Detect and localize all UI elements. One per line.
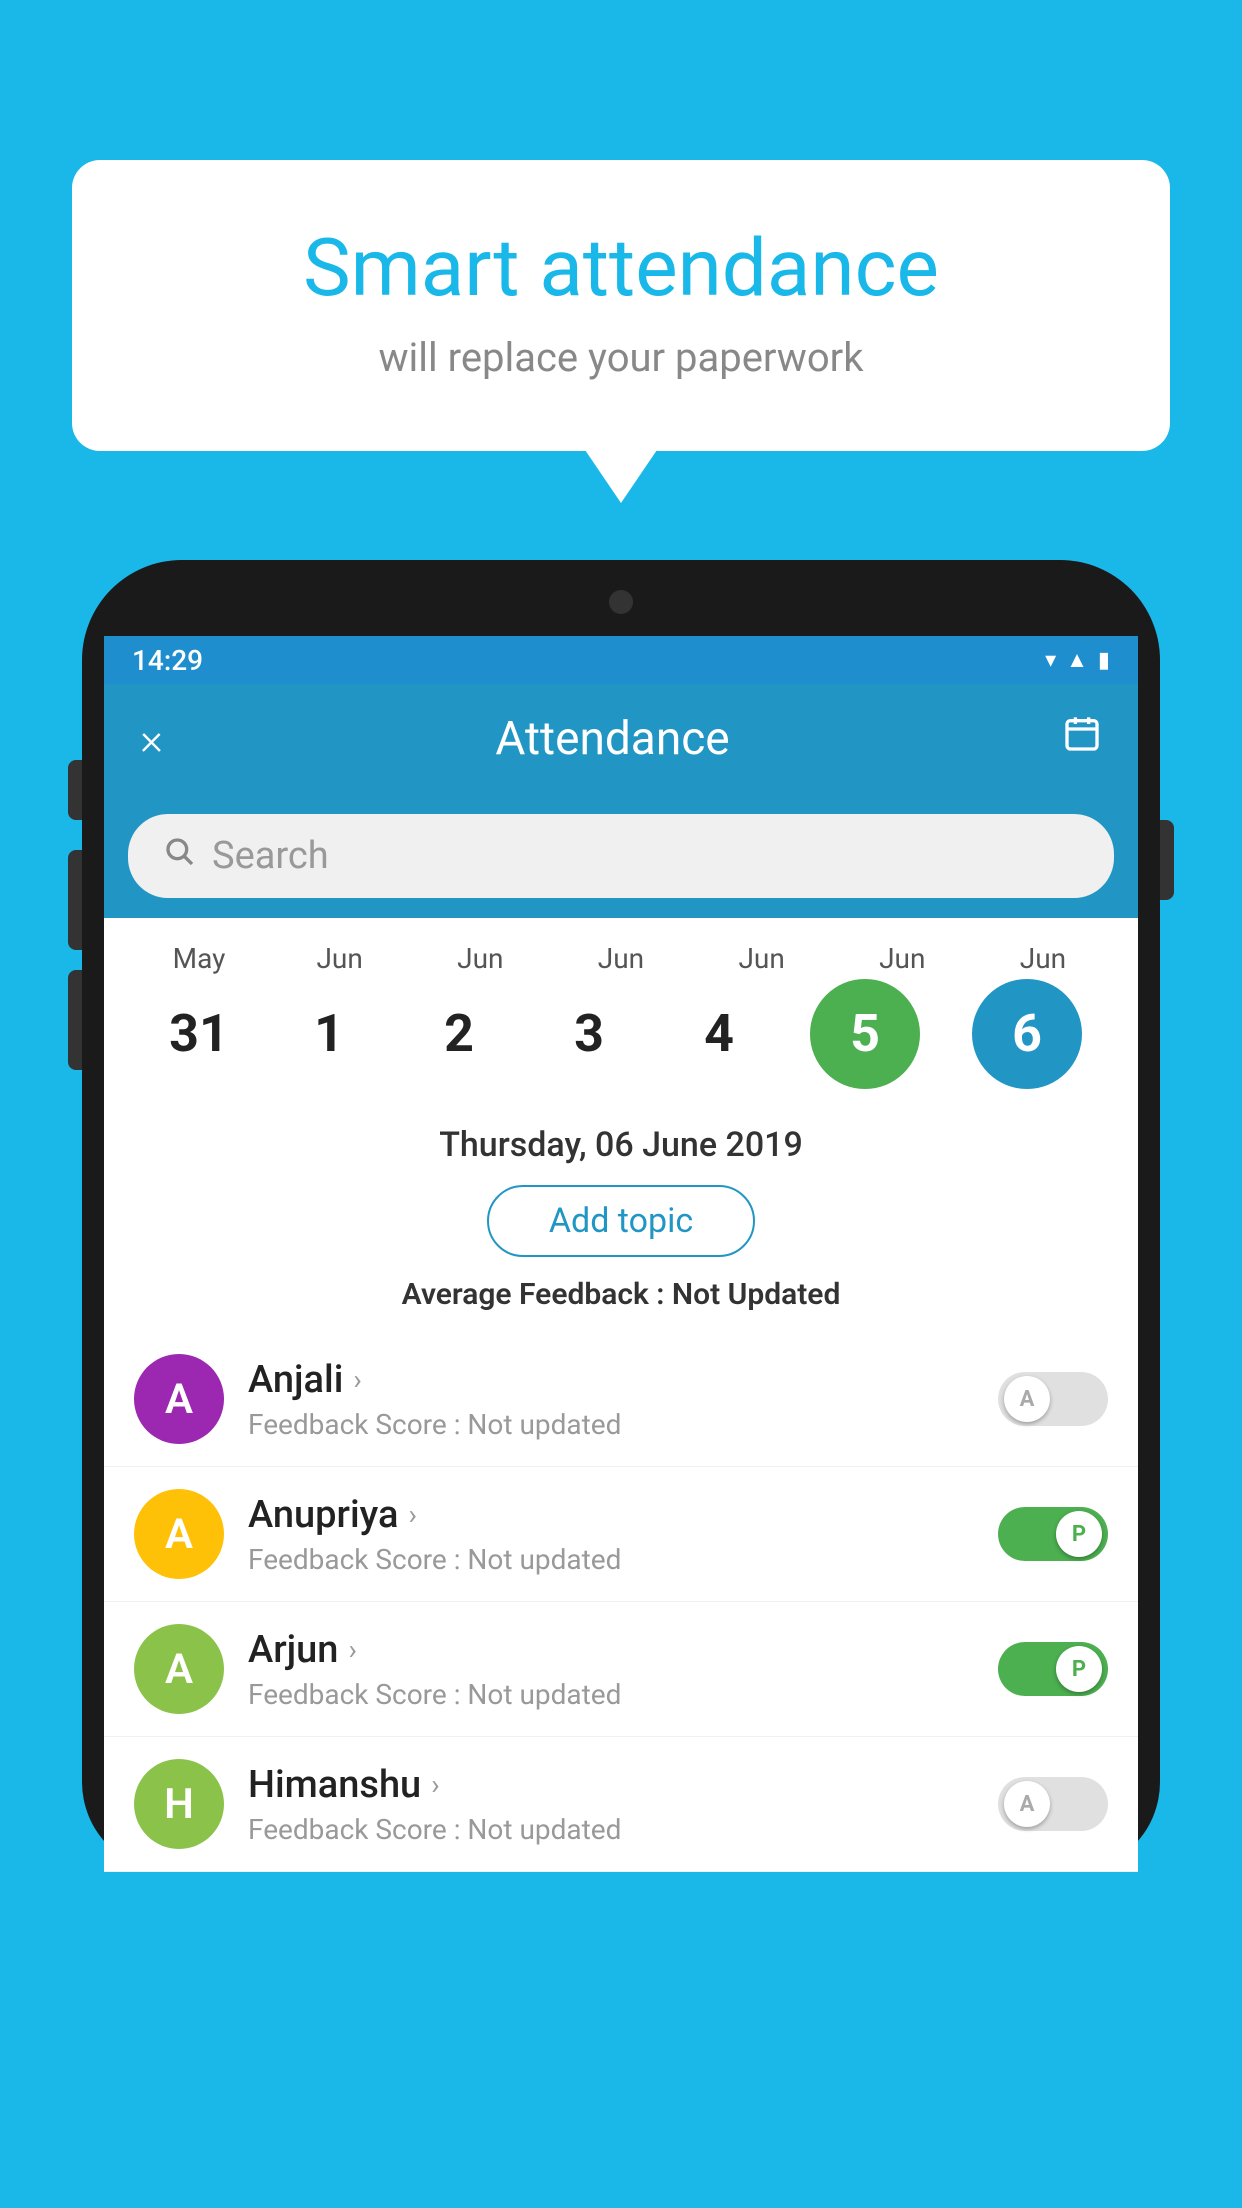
student-avatar: A — [134, 1489, 224, 1579]
cal-month-4: Jun — [697, 942, 827, 975]
date-info: Thursday, 06 June 2019 Add topic Average… — [104, 1097, 1138, 1332]
cal-day-1[interactable]: 1 — [264, 1000, 394, 1068]
student-feedback: Feedback Score : Not updated — [248, 1678, 998, 1711]
search-input-placeholder: Search — [212, 834, 329, 878]
cal-month-1: Jun — [275, 942, 405, 975]
close-button[interactable]: × — [140, 713, 163, 765]
toggle-switch[interactable]: P — [998, 1642, 1108, 1696]
cal-day-2[interactable]: 2 — [394, 1000, 524, 1068]
feedback-value: Not updated — [467, 1408, 621, 1441]
app-header: × Attendance — [104, 684, 1138, 794]
avg-feedback-value: Not Updated — [672, 1277, 840, 1312]
toggle-switch[interactable]: A — [998, 1372, 1108, 1426]
signal-icon: ▲ — [1066, 647, 1088, 673]
search-icon — [164, 835, 196, 877]
chevron-icon: › — [353, 1363, 361, 1396]
avg-feedback: Average Feedback : Not Updated — [124, 1277, 1118, 1312]
status-icons: ▾ ▲ ▮ — [1045, 647, 1110, 673]
student-avatar: H — [134, 1759, 224, 1849]
student-info: Himanshu › Feedback Score : Not updated — [248, 1763, 998, 1846]
calendar-months: May Jun Jun Jun Jun Jun Jun — [124, 942, 1118, 975]
student-name: Anjali — [248, 1358, 343, 1402]
cal-day-31[interactable]: 31 — [134, 1000, 264, 1068]
student-name-row[interactable]: Anupriya › — [248, 1493, 998, 1537]
toggle-knob: A — [1004, 1781, 1050, 1827]
add-topic-button[interactable]: Add topic — [487, 1185, 755, 1257]
calendar-icon[interactable] — [1062, 714, 1102, 764]
feedback-value: Not updated — [467, 1678, 621, 1711]
volume-down-button — [68, 970, 82, 1070]
cal-month-5: Jun — [837, 942, 967, 975]
attendance-toggle[interactable]: P — [998, 1642, 1108, 1696]
student-name-row[interactable]: Arjun › — [248, 1628, 998, 1672]
student-avatar: A — [134, 1624, 224, 1714]
speech-bubble-title: Smart attendance — [152, 220, 1090, 316]
chevron-icon: › — [408, 1498, 416, 1531]
student-feedback: Feedback Score : Not updated — [248, 1408, 998, 1441]
phone-screen: 14:29 ▾ ▲ ▮ × Attendance — [104, 636, 1138, 1872]
avg-feedback-label: Average Feedback : — [402, 1277, 665, 1312]
cal-day-5-today[interactable]: 5 — [810, 979, 920, 1089]
phone-notch-area — [104, 582, 1138, 636]
status-time: 14:29 — [132, 644, 203, 677]
header-title: Attendance — [495, 712, 729, 766]
date-label: Thursday, 06 June 2019 — [124, 1125, 1118, 1165]
cal-month-0: May — [134, 942, 264, 975]
phone-outer: 14:29 ▾ ▲ ▮ × Attendance — [82, 560, 1160, 1872]
speech-bubble: Smart attendance will replace your paper… — [72, 160, 1170, 451]
cal-month-3: Jun — [556, 942, 686, 975]
silent-button — [68, 760, 82, 820]
attendance-toggle[interactable]: P — [998, 1507, 1108, 1561]
student-feedback: Feedback Score : Not updated — [248, 1813, 998, 1846]
power-button — [1160, 820, 1174, 900]
status-bar: 14:29 ▾ ▲ ▮ — [104, 636, 1138, 684]
toggle-switch[interactable]: P — [998, 1507, 1108, 1561]
search-container: Search — [104, 794, 1138, 918]
student-item: H Himanshu › Feedback Score : Not update… — [104, 1737, 1138, 1872]
student-item: A Anupriya › Feedback Score : Not update… — [104, 1467, 1138, 1602]
student-name: Himanshu — [248, 1763, 421, 1807]
cal-day-4[interactable]: 4 — [654, 1000, 784, 1068]
toggle-switch[interactable]: A — [998, 1777, 1108, 1831]
chevron-icon: › — [348, 1633, 356, 1666]
student-item: A Anjali › Feedback Score : Not updated … — [104, 1332, 1138, 1467]
student-name: Arjun — [248, 1628, 338, 1672]
toggle-knob: A — [1004, 1376, 1050, 1422]
student-avatar: A — [134, 1354, 224, 1444]
cal-month-2: Jun — [415, 942, 545, 975]
search-bar[interactable]: Search — [128, 814, 1114, 898]
student-info: Anupriya › Feedback Score : Not updated — [248, 1493, 998, 1576]
attendance-toggle[interactable]: A — [998, 1777, 1108, 1831]
volume-up-button — [68, 850, 82, 950]
student-item: A Arjun › Feedback Score : Not updated P — [104, 1602, 1138, 1737]
calendar-days: 31 1 2 3 4 5 6 — [124, 979, 1118, 1089]
cal-month-6: Jun — [978, 942, 1108, 975]
battery-icon: ▮ — [1098, 648, 1110, 673]
student-info: Anjali › Feedback Score : Not updated — [248, 1358, 998, 1441]
student-feedback: Feedback Score : Not updated — [248, 1543, 998, 1576]
speech-bubble-subtitle: will replace your paperwork — [152, 334, 1090, 381]
attendance-toggle[interactable]: A — [998, 1372, 1108, 1426]
front-camera — [609, 590, 633, 614]
wifi-icon: ▾ — [1045, 648, 1056, 673]
feedback-value: Not updated — [467, 1543, 621, 1576]
chevron-icon: › — [431, 1768, 439, 1801]
toggle-knob: P — [1056, 1511, 1102, 1557]
calendar-strip: May Jun Jun Jun Jun Jun Jun 31 1 2 3 4 5… — [104, 918, 1138, 1097]
student-name-row[interactable]: Himanshu › — [248, 1763, 998, 1807]
feedback-value: Not updated — [467, 1813, 621, 1846]
student-name: Anupriya — [248, 1493, 398, 1537]
toggle-knob: P — [1056, 1646, 1102, 1692]
phone-mockup: 14:29 ▾ ▲ ▮ × Attendance — [82, 560, 1160, 2208]
cal-day-3[interactable]: 3 — [524, 1000, 654, 1068]
student-info: Arjun › Feedback Score : Not updated — [248, 1628, 998, 1711]
cal-day-6-selected[interactable]: 6 — [972, 979, 1082, 1089]
student-name-row[interactable]: Anjali › — [248, 1358, 998, 1402]
phone-notch — [561, 582, 681, 620]
student-list: A Anjali › Feedback Score : Not updated … — [104, 1332, 1138, 1872]
